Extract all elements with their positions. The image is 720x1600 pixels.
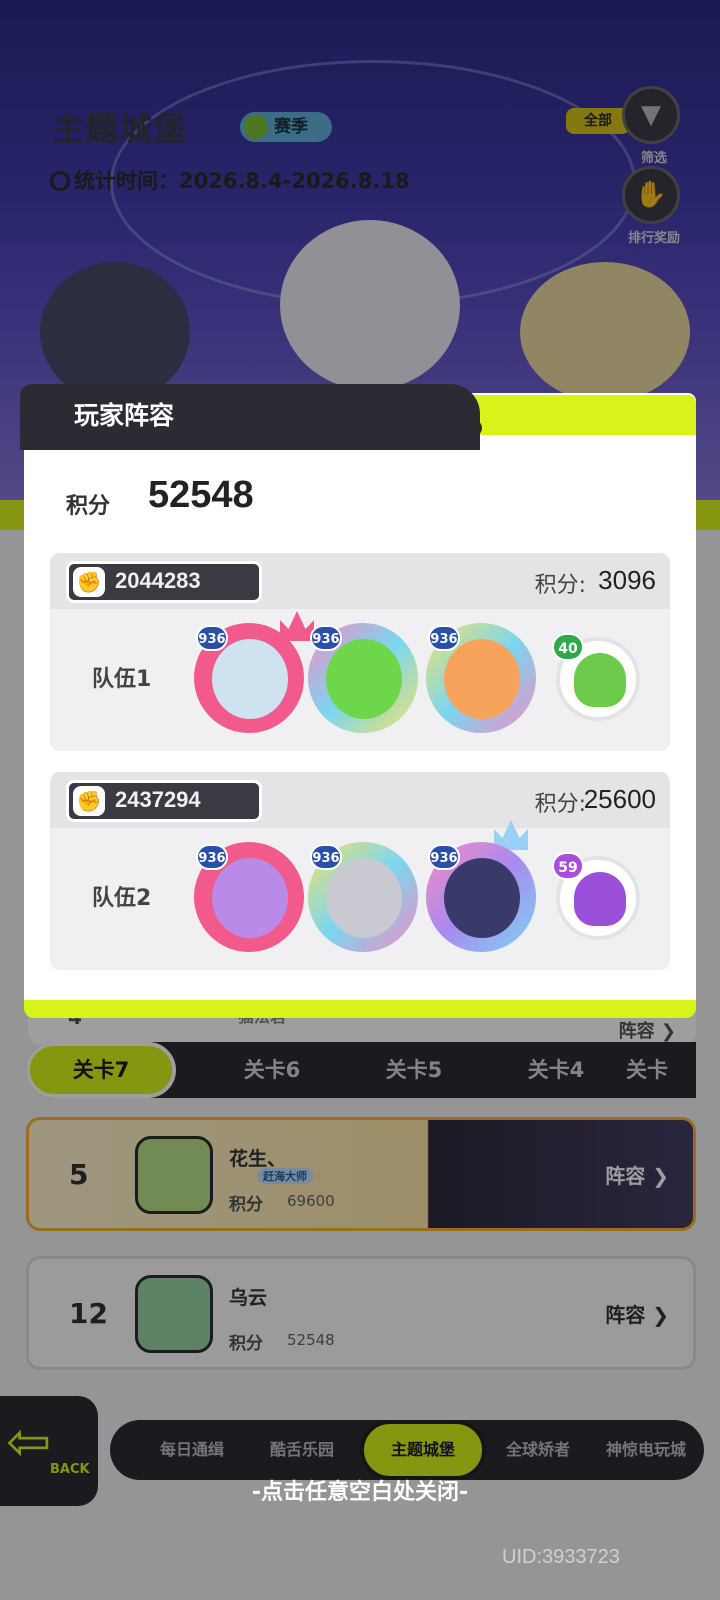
hero-portrait — [212, 639, 288, 719]
decor-dot — [466, 420, 482, 436]
total-score-label: 积分 — [66, 494, 111, 519]
player-id: 2044283 — [115, 568, 201, 593]
fist-icon: ✊ — [73, 567, 105, 597]
hero-portrait — [444, 639, 520, 719]
team-name: 队伍2 — [92, 886, 152, 911]
hero-avatar[interactable]: 936 — [426, 623, 536, 733]
crown-icon — [280, 611, 314, 641]
team-score-label: 积分: — [534, 792, 586, 817]
close-hint: -点击任意空白处关闭- — [251, 1480, 469, 1505]
uid-label: UID:3933723 — [502, 1546, 620, 1568]
hero-avatar[interactable]: 936 — [426, 842, 536, 952]
team-score-value: 25600 — [583, 784, 656, 814]
modal-bottom-stripe — [24, 1000, 696, 1018]
player-id-tag: ✊ 2437294 — [66, 780, 262, 822]
hero-avatar[interactable]: 936 — [308, 623, 418, 733]
player-id: 2437294 — [115, 787, 201, 812]
pet-level-badge: 59 — [552, 852, 584, 880]
hero-level-badge: 936 — [196, 844, 228, 870]
pet-portrait — [574, 872, 626, 926]
player-id-tag: ✊ 2044283 — [66, 561, 262, 603]
team-card: ✊ 2044283 积分: 3096 队伍1 936 936 936 40 — [50, 553, 670, 751]
team-card: ✊ 2437294 积分: 25600 队伍2 936 936 936 59 — [50, 772, 670, 970]
pet-avatar[interactable]: 59 — [552, 852, 640, 940]
hero-level-badge: 936 — [196, 625, 228, 651]
modal-title: 玩家阵容 — [74, 401, 175, 430]
hero-level-badge: 936 — [428, 625, 460, 651]
hero-avatar[interactable]: 936 — [194, 842, 304, 952]
hero-portrait — [326, 639, 402, 719]
hero-portrait — [212, 858, 288, 938]
team-score-value: 3096 — [598, 565, 656, 595]
hero-level-badge: 936 — [310, 844, 342, 870]
total-score-value: 52548 — [148, 474, 254, 516]
hero-avatar[interactable]: 936 — [308, 842, 418, 952]
pet-portrait — [574, 653, 626, 707]
hero-level-badge: 936 — [428, 844, 460, 870]
pet-avatar[interactable]: 40 — [552, 633, 640, 721]
hero-portrait — [326, 858, 402, 938]
hero-level-badge: 936 — [310, 625, 342, 651]
team-name: 队伍1 — [92, 667, 152, 692]
team-score-label: 积分: — [534, 573, 586, 598]
pet-level-badge: 40 — [552, 633, 584, 661]
hero-portrait — [444, 858, 520, 938]
fist-icon: ✊ — [73, 786, 105, 816]
